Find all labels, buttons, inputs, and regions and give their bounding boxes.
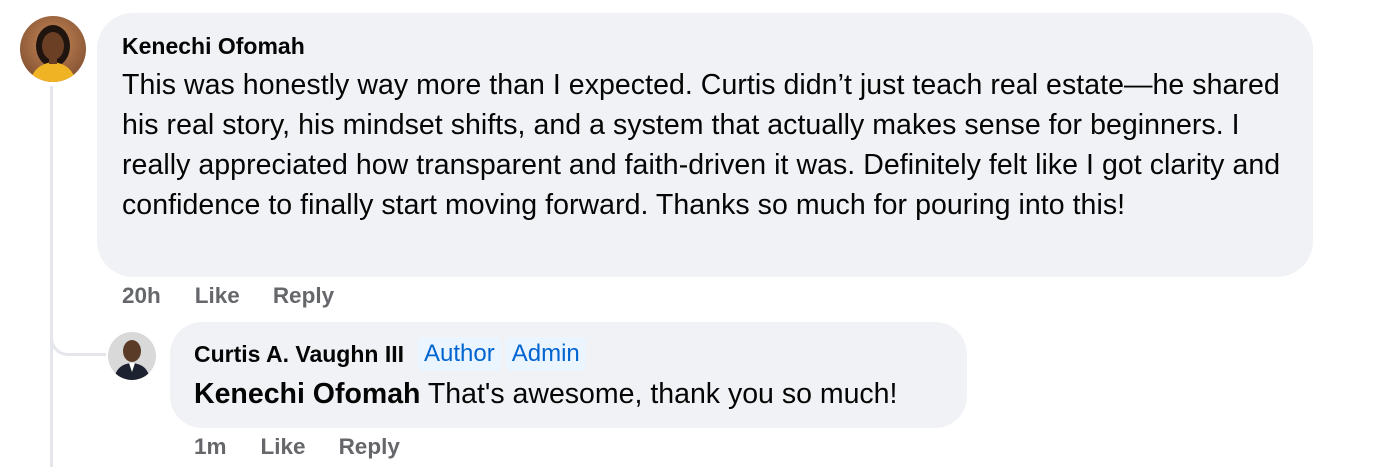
reply-text: Kenechi Ofomah That's awesome, thank you… <box>194 374 943 414</box>
reply-mention-link[interactable]: Kenechi Ofomah <box>194 378 420 410</box>
comment-reply-button[interactable]: Reply <box>273 283 334 309</box>
thread-line <box>50 86 53 467</box>
comment-like-button[interactable]: Like <box>195 283 240 309</box>
reply-avatar[interactable] <box>108 332 156 380</box>
comment-actions: 20h Like Reply <box>122 283 334 309</box>
commenter-avatar[interactable] <box>20 16 86 82</box>
reply-actions: 1m Like Reply <box>194 434 400 460</box>
admin-badge[interactable]: Admin <box>505 337 586 371</box>
reply-reply-button[interactable]: Reply <box>339 434 400 460</box>
thread-reply-connector <box>50 300 106 356</box>
reply-bubble: Curtis A. Vaughn III Author Admin Kenech… <box>170 322 967 428</box>
comment-text: This was honestly way more than I expect… <box>122 69 1281 221</box>
comment-author-name[interactable]: Kenechi Ofomah <box>122 31 1288 61</box>
reply-author-name[interactable]: Curtis A. Vaughn III <box>194 339 404 369</box>
reply-like-button[interactable]: Like <box>261 434 306 460</box>
comment-bubble: Kenechi Ofomah This was honestly way mor… <box>97 13 1313 277</box>
reply-header: Curtis A. Vaughn III Author Admin <box>194 336 943 372</box>
reply-timestamp[interactable]: 1m <box>194 434 227 460</box>
profile-photo-woman-icon <box>20 16 86 82</box>
profile-photo-man-icon <box>108 332 156 380</box>
author-badge[interactable]: Author <box>418 337 501 371</box>
reply-body: That's awesome, thank you so much! <box>420 378 898 410</box>
comment-timestamp[interactable]: 20h <box>122 283 161 309</box>
